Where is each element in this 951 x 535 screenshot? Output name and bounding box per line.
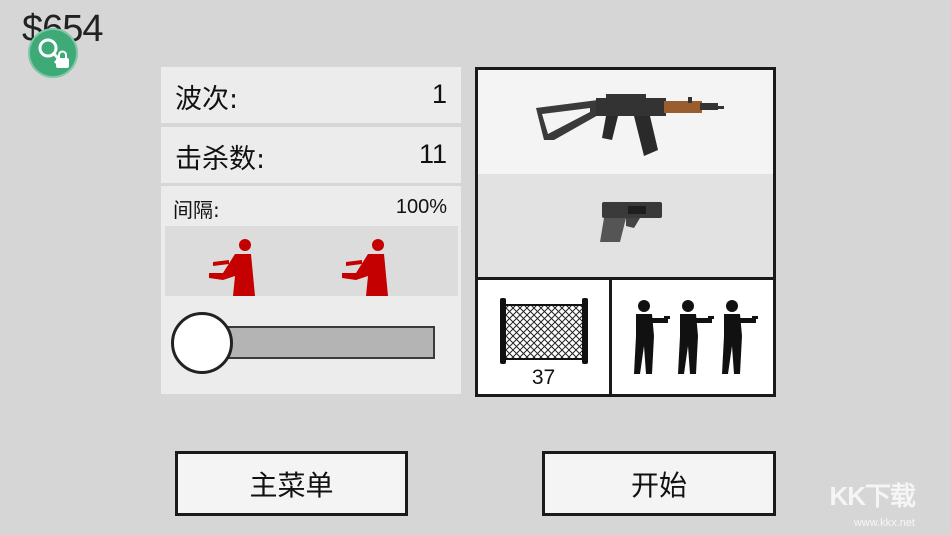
wave-value: 1 [431,79,447,109]
interval-slider-thumb[interactable] [171,312,233,374]
kills-label: 击杀数: [175,144,266,175]
primary-weapon-slot[interactable] [478,70,773,174]
wave-row: 波次: 1 [161,67,461,123]
soldier-squad-icon [634,300,758,374]
pistol-icon [600,202,662,242]
enemy-silhouette-icon [209,239,388,296]
wave-label: 波次: [175,84,239,115]
kills-value: 11 [418,139,447,169]
kills-row: 击杀数: 11 [161,127,461,183]
watermark-logo: KK下载 www.kkx.net [823,481,941,531]
interval-panel: 间隔: 100% [161,186,461,394]
start-button[interactable]: 开始 [542,451,776,516]
fence-slot[interactable]: 37 [478,280,609,394]
enemy-preview [165,226,458,296]
loadout-panel: 37 [475,67,776,397]
watermark-text: KK下载 [829,481,916,511]
main-menu-button[interactable]: 主菜单 [175,451,408,516]
key-lock-icon[interactable] [28,28,78,78]
interval-label: 间隔: [173,198,220,222]
interval-value: 100% [395,196,447,218]
fence-count: 37 [531,366,556,389]
squad-slot[interactable] [612,280,773,394]
fence-icon [500,298,588,364]
secondary-weapon-slot[interactable] [478,174,773,277]
assault-rifle-icon [536,94,724,156]
watermark-url: www.kkx.net [853,517,915,529]
